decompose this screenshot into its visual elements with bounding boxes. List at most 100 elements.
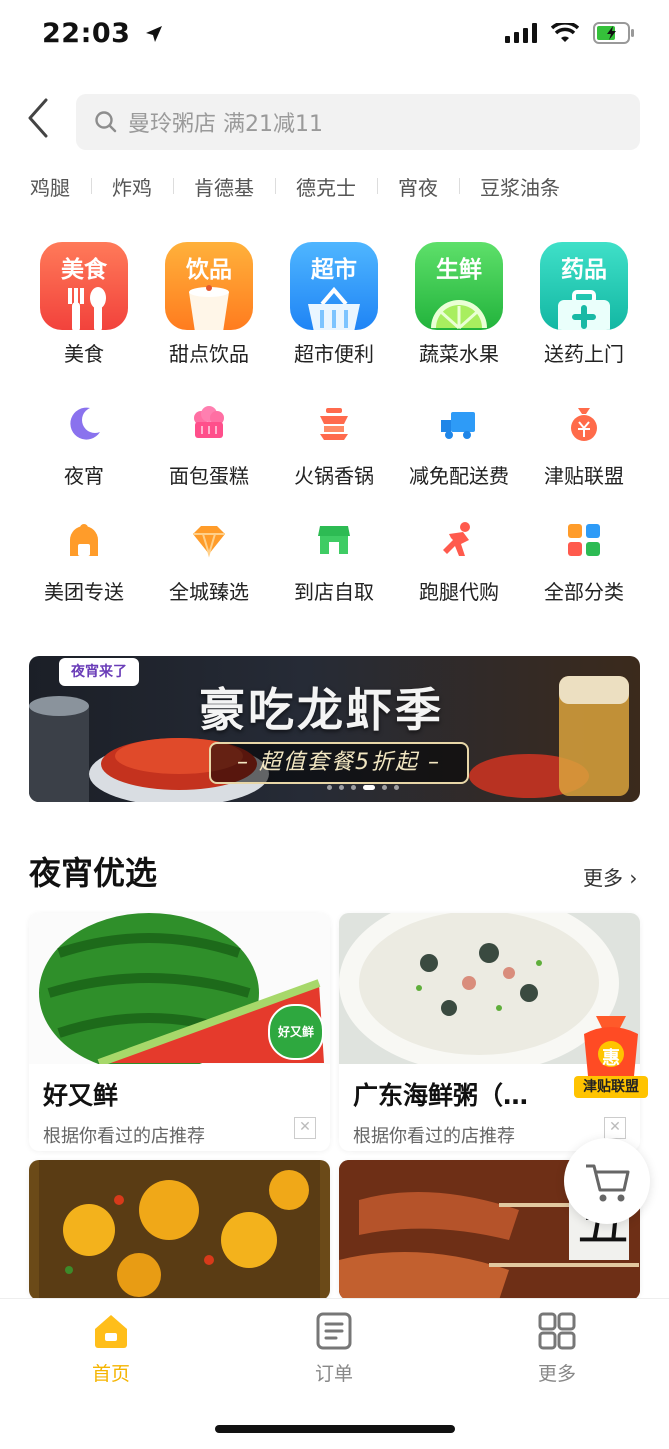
store-icon <box>318 526 350 554</box>
home-icon <box>95 1315 127 1348</box>
dismiss-button[interactable]: ✕ <box>604 1117 626 1139</box>
category-label: 甜点饮品 <box>169 342 249 366</box>
section-title: 夜宵优选 <box>29 854 158 892</box>
store-card[interactable] <box>29 1160 330 1300</box>
section-more-link[interactable]: 更多 › <box>583 862 637 891</box>
hot-keyword[interactable]: 德克士 <box>275 172 377 201</box>
category-medicine[interactable]: 药品 送药上门 <box>524 242 644 367</box>
store-logo-badge: 好又鲜 <box>268 1004 324 1060</box>
hot-keyword[interactable]: 豆浆油条 <box>459 172 581 201</box>
battery-icon <box>593 22 634 44</box>
status-indicators <box>505 22 635 44</box>
category-allowance-union[interactable]: 津贴联盟 <box>524 404 644 489</box>
float-badge-label: 津贴联盟 <box>574 1076 648 1098</box>
order-list-icon <box>316 1312 352 1350</box>
category-city-select[interactable]: 全城臻选 <box>149 520 269 605</box>
search-placeholder: 曼玲粥店 满21减11 <box>128 112 323 137</box>
recommend-reason: 根据你看过的店推荐 <box>43 1126 205 1147</box>
pagination-dot-active <box>363 785 375 790</box>
category-label: 蔬菜水果 <box>419 342 499 366</box>
category-free-delivery[interactable]: 减免配送费 <box>399 404 519 489</box>
basket-icon: 超市 <box>290 242 378 330</box>
category-label: 超市便利 <box>294 342 374 366</box>
lime-icon: 生鲜 <box>415 242 503 330</box>
promo-banner[interactable]: 夜宵来了 豪吃龙虾季 – 超值套餐5折起 – <box>29 656 640 802</box>
category-meituan-express[interactable]: 美团专送 <box>24 520 144 605</box>
category-supermarket[interactable]: 超市 超市便利 <box>274 242 394 367</box>
category-tag: 饮品 <box>186 257 232 283</box>
wifi-icon <box>551 23 579 42</box>
hot-keyword[interactable]: 鸡腿 <box>30 172 91 201</box>
category-label: 美团专送 <box>44 580 124 604</box>
category-tag: 美食 <box>61 257 107 283</box>
banner-subtitle: – 超值套餐5折起 – <box>209 742 469 784</box>
search-input[interactable]: 曼玲粥店 满21减11 <box>76 94 640 150</box>
fork-spoon-icon: 美食 <box>40 242 128 330</box>
cake-icon <box>194 406 224 438</box>
status-time: 22:03 <box>42 18 164 49</box>
category-label: 送药上门 <box>544 342 624 366</box>
hot-keyword[interactable]: 宵夜 <box>377 172 459 201</box>
back-button[interactable] <box>22 96 62 140</box>
tab-label: 订单 <box>314 1363 353 1385</box>
allowance-union-float-button[interactable]: 惠 津贴联盟 <box>574 1014 648 1100</box>
category-pickup[interactable]: 到店自取 <box>274 520 394 605</box>
banner-logo: 夜宵来了 <box>59 658 139 686</box>
grid-icon <box>568 524 600 556</box>
category-hotpot[interactable]: 火锅香锅 <box>274 404 394 489</box>
category-bakery[interactable]: 面包蛋糕 <box>149 404 269 489</box>
tab-label: 首页 <box>91 1363 130 1385</box>
store-image <box>29 1160 330 1300</box>
category-label: 跑腿代购 <box>419 580 499 604</box>
hotpot-icon <box>320 408 348 440</box>
money-bag-icon <box>571 408 597 441</box>
tab-label: 更多 <box>537 1363 576 1385</box>
category-fresh[interactable]: 生鲜 蔬菜水果 <box>399 242 519 367</box>
hot-keyword[interactable]: 肯德基 <box>173 172 275 201</box>
store-image: 好又鲜 <box>29 913 330 1064</box>
pagination-dot <box>394 785 399 790</box>
drink-cup-icon: 饮品 <box>165 242 253 330</box>
dismiss-button[interactable]: ✕ <box>294 1117 316 1139</box>
medkit-icon: 药品 <box>540 242 628 330</box>
category-tag: 药品 <box>561 257 607 283</box>
signal-icon <box>505 23 537 43</box>
category-label: 减免配送费 <box>409 464 509 488</box>
hot-keyword[interactable]: 炸鸡 <box>91 172 173 201</box>
category-errand[interactable]: 跑腿代购 <box>399 520 519 605</box>
cart-icon <box>586 1164 630 1202</box>
spicy-potato-image <box>39 1160 320 1300</box>
category-label: 面包蛋糕 <box>169 464 249 488</box>
category-all[interactable]: 全部分类 <box>524 520 644 605</box>
category-food[interactable]: 美食 美食 <box>24 242 144 367</box>
delivery-truck-icon <box>441 412 475 439</box>
tab-more[interactable]: 更多 <box>497 1311 617 1386</box>
scooter-icon <box>70 524 98 556</box>
tab-home[interactable]: 首页 <box>51 1311 171 1386</box>
category-label: 美食 <box>64 342 104 366</box>
banner-pagination <box>327 785 399 790</box>
category-label: 火锅香锅 <box>294 464 374 488</box>
category-label: 津贴联盟 <box>544 464 624 488</box>
cart-button[interactable] <box>564 1138 650 1224</box>
diamond-icon <box>193 526 225 558</box>
tab-orders[interactable]: 订单 <box>274 1311 394 1386</box>
runner-icon <box>443 522 470 556</box>
more-grid-icon <box>538 1312 576 1350</box>
pagination-dot <box>339 785 344 790</box>
chevron-left-icon <box>28 98 48 138</box>
search-icon <box>95 111 117 133</box>
category-label: 到店自取 <box>294 580 374 604</box>
moon-icon <box>70 407 100 440</box>
home-indicator <box>215 1425 455 1433</box>
category-tag: 超市 <box>311 257 357 283</box>
float-badge-inner: 惠 <box>602 1048 620 1069</box>
store-card[interactable]: 好又鲜 好又鲜 根据你看过的店推荐 ✕ <box>29 913 330 1151</box>
category-drinks[interactable]: 饮品 甜点饮品 <box>149 242 269 367</box>
pagination-dot <box>382 785 387 790</box>
pagination-dot <box>327 785 332 790</box>
banner-title: 豪吃龙虾季 <box>199 683 444 737</box>
location-arrow-icon <box>146 26 163 42</box>
store-name: 好又鲜 <box>43 1081 119 1110</box>
category-night-snack[interactable]: 夜宵 <box>24 404 144 489</box>
